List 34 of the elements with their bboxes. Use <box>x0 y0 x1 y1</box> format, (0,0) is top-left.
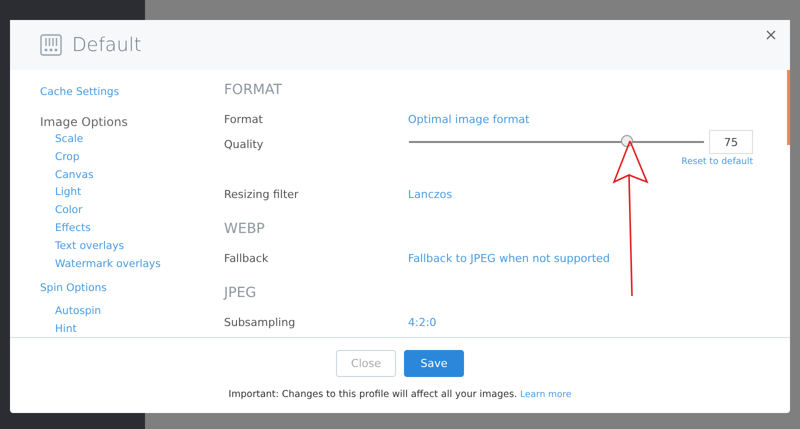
nav-link[interactable]: Watermark overlays <box>40 256 224 274</box>
save-button[interactable]: Save <box>404 350 464 377</box>
setting-label: Subsampling <box>224 316 296 329</box>
scrollbar-thumb[interactable] <box>787 70 790 145</box>
setting-label: Quality <box>224 138 264 151</box>
nav-link[interactable]: Autospin <box>40 303 224 322</box>
nav-link[interactable]: Hint <box>40 321 224 337</box>
nav-link[interactable]: Scale <box>40 131 224 149</box>
setting-label: Fallback <box>224 252 270 265</box>
reset-link[interactable]: Reset to default <box>681 157 753 167</box>
notice-text: Important: Changes to this profile will affect all your images. <box>228 389 518 400</box>
nav-heading[interactable]: Image Options <box>40 113 224 131</box>
nav-link[interactable]: Color <box>40 202 224 220</box>
nav-link[interactable]: Canvas <box>40 166 224 184</box>
section-title: FORMAT <box>224 82 283 100</box>
section-title: WEBP <box>224 221 266 239</box>
nav-link[interactable]: Spin Options <box>40 279 224 298</box>
setting-label: Resizing filter <box>224 188 300 201</box>
close-button[interactable]: Close <box>336 350 396 377</box>
sliders-icon <box>40 34 62 56</box>
setting-value-link[interactable]: Fallback to JPEG when not supported <box>408 252 610 265</box>
setting-value-link[interactable]: Lanczos <box>408 188 452 201</box>
setting-value-link[interactable]: 4:2:0 <box>408 316 436 329</box>
learn-more-link[interactable]: Learn more <box>520 390 572 400</box>
nav-link[interactable]: Text overlays <box>40 238 224 256</box>
section-title: JPEG <box>224 285 258 303</box>
dialog-title: Default <box>72 34 142 56</box>
nav-link[interactable]: Cache Settings <box>40 83 224 101</box>
nav-link[interactable]: Crop <box>40 148 224 167</box>
nav-link[interactable]: Light <box>40 184 224 202</box>
nav-link[interactable]: Effects <box>40 220 224 238</box>
quality-input[interactable]: 75 <box>709 130 753 154</box>
setting-value-link[interactable]: Optimal image format <box>408 113 530 126</box>
setting-label: Format <box>224 113 264 126</box>
